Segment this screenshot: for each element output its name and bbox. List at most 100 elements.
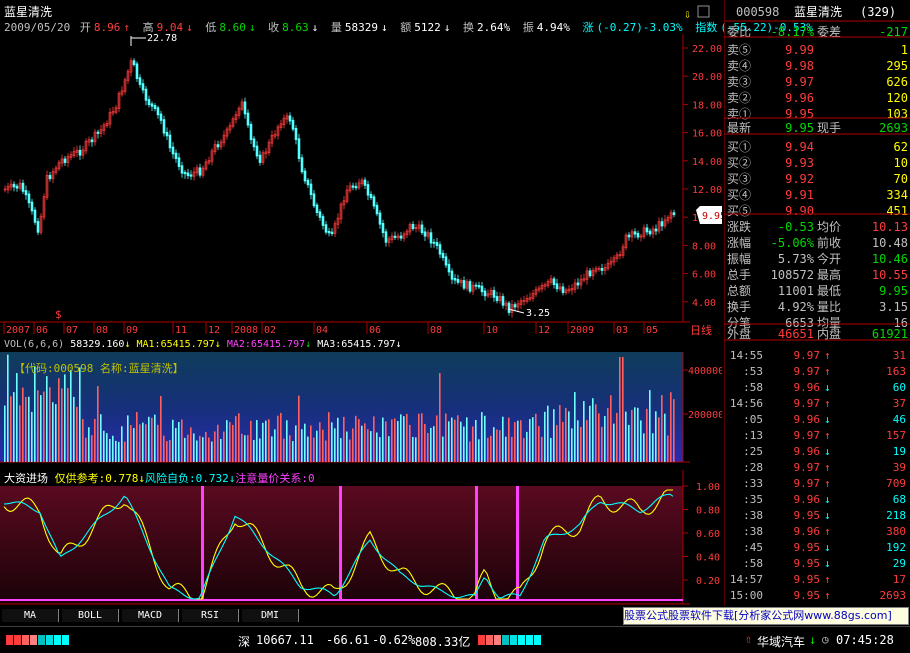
window-box-icon[interactable] bbox=[697, 5, 710, 18]
tab-boll[interactable]: BOLL bbox=[62, 609, 119, 622]
volume-bar bbox=[532, 417, 534, 462]
candle bbox=[33, 209, 37, 223]
indicator-ytick: 0.80 bbox=[696, 506, 720, 517]
status-time: 07:45:28 bbox=[836, 633, 894, 647]
volume-bar bbox=[568, 411, 570, 462]
date-label: 09 bbox=[126, 325, 138, 336]
indicator-ytick: 1.00 bbox=[696, 482, 720, 493]
volume-bar bbox=[109, 439, 111, 462]
candle bbox=[48, 175, 52, 180]
candle bbox=[12, 183, 16, 188]
volume-bar bbox=[238, 413, 240, 462]
volume-bar bbox=[256, 420, 258, 462]
volume-bar bbox=[22, 387, 24, 462]
indicator-panel[interactable]: 1.00 0.80 0.60 0.40 0.20 bbox=[0, 470, 720, 605]
market-breadth-bar bbox=[6, 635, 13, 645]
candle bbox=[600, 267, 604, 271]
price-ytick: 22.00 bbox=[692, 44, 722, 55]
volume-bar bbox=[388, 436, 390, 462]
tab-rsi[interactable]: RSI bbox=[182, 609, 239, 622]
volume-bar bbox=[466, 417, 468, 462]
candle bbox=[654, 228, 658, 232]
volume-bar bbox=[337, 417, 339, 462]
volume-bar bbox=[94, 418, 96, 462]
volume-bar bbox=[4, 405, 6, 462]
volume-bar bbox=[577, 420, 579, 462]
candle bbox=[186, 172, 190, 177]
candle bbox=[291, 119, 295, 130]
volume-bar bbox=[469, 441, 471, 462]
candle bbox=[495, 296, 499, 302]
volume-bar bbox=[550, 437, 552, 462]
candle bbox=[78, 149, 82, 156]
market-breadth-bar bbox=[502, 635, 509, 645]
candle bbox=[96, 131, 100, 134]
volume-bar bbox=[457, 415, 459, 462]
candle bbox=[435, 242, 439, 246]
volume-bar bbox=[274, 429, 276, 462]
volume-bar bbox=[586, 420, 588, 462]
volume-bar bbox=[523, 438, 525, 462]
candle bbox=[561, 286, 565, 293]
down-arrow-icon[interactable]: ⇩ bbox=[684, 7, 691, 21]
volume-header: VOL(6,6,6) 58329.160↓ MA1:65415.797↓ MA2… bbox=[4, 339, 402, 350]
volume-bar bbox=[43, 391, 45, 462]
event-flag[interactable]: $ bbox=[55, 308, 62, 321]
volume-bar bbox=[253, 439, 255, 462]
status-stock-name[interactable]: 华域汽车 bbox=[757, 633, 805, 650]
tab-macd[interactable]: MACD bbox=[122, 609, 179, 622]
price-ytick: 16.00 bbox=[692, 129, 722, 140]
volume-bar bbox=[247, 435, 249, 462]
candle bbox=[138, 77, 142, 85]
market-breadth-bar bbox=[62, 635, 69, 645]
market-breadth-bar bbox=[478, 635, 485, 645]
volume-bar bbox=[262, 422, 264, 462]
ad-banner[interactable]: 股票公式股票软件下载[分析家公式网www.88gs.com] bbox=[623, 607, 909, 625]
volume-bar bbox=[232, 424, 234, 462]
volume-bar bbox=[535, 413, 537, 462]
price-ytick: 14.00 bbox=[692, 157, 722, 168]
volume-bar bbox=[277, 415, 279, 462]
status-down-arrow-icon: ↓ bbox=[809, 633, 817, 647]
price-panel[interactable]: 22.0020.0018.0016.0014.0012.0010.008.006… bbox=[0, 5, 722, 337]
status-arrow-icon: ⇧ bbox=[745, 632, 753, 646]
vol-ma2: MA2:65415.797 bbox=[226, 339, 306, 350]
volume-bar bbox=[82, 419, 84, 462]
volume-bar bbox=[58, 378, 60, 462]
candle bbox=[492, 290, 496, 298]
candle bbox=[555, 283, 559, 290]
volume-bar bbox=[199, 435, 201, 462]
volume-bar bbox=[202, 437, 204, 462]
volume-bar bbox=[562, 421, 564, 462]
candle bbox=[423, 231, 427, 237]
volume-bar bbox=[361, 425, 363, 462]
volume-bar bbox=[454, 419, 456, 462]
candle bbox=[501, 296, 505, 306]
volume-bar bbox=[250, 420, 252, 462]
candle bbox=[372, 196, 376, 207]
period-label[interactable]: 日线 bbox=[690, 323, 712, 337]
volume-bar bbox=[424, 423, 426, 462]
volume-bar bbox=[439, 373, 441, 462]
tab-ma[interactable]: MA bbox=[2, 609, 59, 622]
market-breadth-bar bbox=[46, 635, 53, 645]
candle bbox=[330, 231, 334, 234]
signal-bar bbox=[516, 486, 519, 600]
volume-bar bbox=[118, 441, 120, 462]
tab-dmi[interactable]: DMI bbox=[242, 609, 299, 622]
volume-bar bbox=[310, 425, 312, 462]
candle bbox=[153, 105, 157, 109]
volume-bar bbox=[583, 401, 585, 462]
volume-bar bbox=[652, 433, 654, 462]
volume-bar bbox=[529, 419, 531, 462]
candle bbox=[411, 223, 415, 230]
chart-area[interactable]: 22.0020.0018.0016.0014.0012.0010.008.006… bbox=[0, 0, 722, 608]
date-axis: 2007 06 07 08 09 11 12 2008 02 04 06 08 10 12 2009 03 05 bbox=[3, 322, 658, 336]
candle bbox=[252, 138, 256, 148]
volume-bar bbox=[244, 435, 246, 462]
candle bbox=[354, 186, 358, 189]
volume-bar bbox=[319, 422, 321, 462]
volume-bar bbox=[271, 436, 273, 462]
volume-bar bbox=[601, 426, 603, 462]
candle bbox=[177, 157, 181, 167]
